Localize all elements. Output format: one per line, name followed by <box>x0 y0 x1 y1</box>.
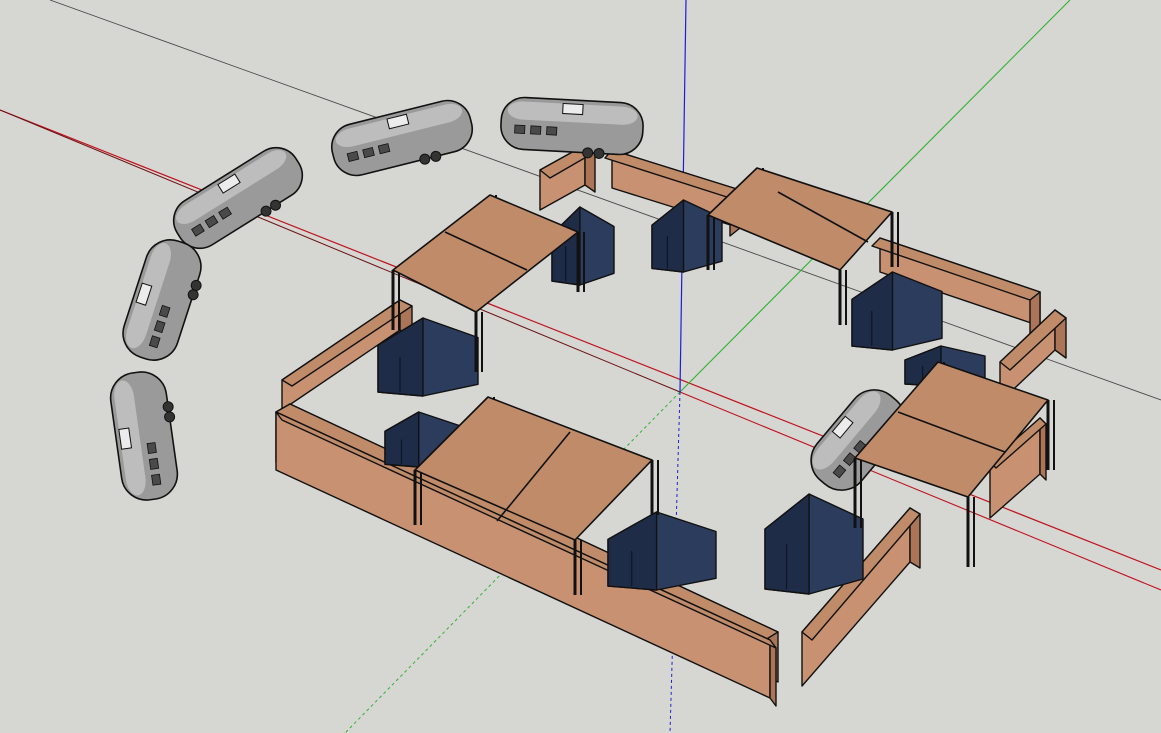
trailer-top-right-window <box>546 126 558 136</box>
trailer-left-upper <box>122 239 202 361</box>
trailer-top-left <box>172 146 304 250</box>
trailer-top-right-window <box>514 124 526 134</box>
platform-back-right-deck <box>707 167 893 271</box>
trailer-left-lower <box>109 371 179 501</box>
trailer-top-right <box>500 96 644 159</box>
trailer-top-right-wheel <box>582 147 594 159</box>
trailer-left-lower-window <box>148 457 160 470</box>
trailer-top-left-body <box>172 146 304 250</box>
platform-back-left-deck <box>392 194 579 313</box>
modeling-viewport[interactable] <box>0 0 1161 733</box>
tent-front-right <box>764 493 864 595</box>
trailer-left-lower-window <box>146 442 157 454</box>
trailer-left-lower-window <box>151 473 162 486</box>
wall-front-face-side-face <box>769 639 777 707</box>
trailer-top-right-window <box>530 125 542 135</box>
tent-front <box>607 511 717 591</box>
scene-canvas[interactable] <box>0 0 1161 733</box>
trailer-top-right-roof-vent <box>562 102 584 116</box>
trailer-top-center <box>330 99 474 177</box>
trailer-left-lower-roof-vent <box>118 427 133 450</box>
trailer-top-right-wheel <box>593 147 605 159</box>
